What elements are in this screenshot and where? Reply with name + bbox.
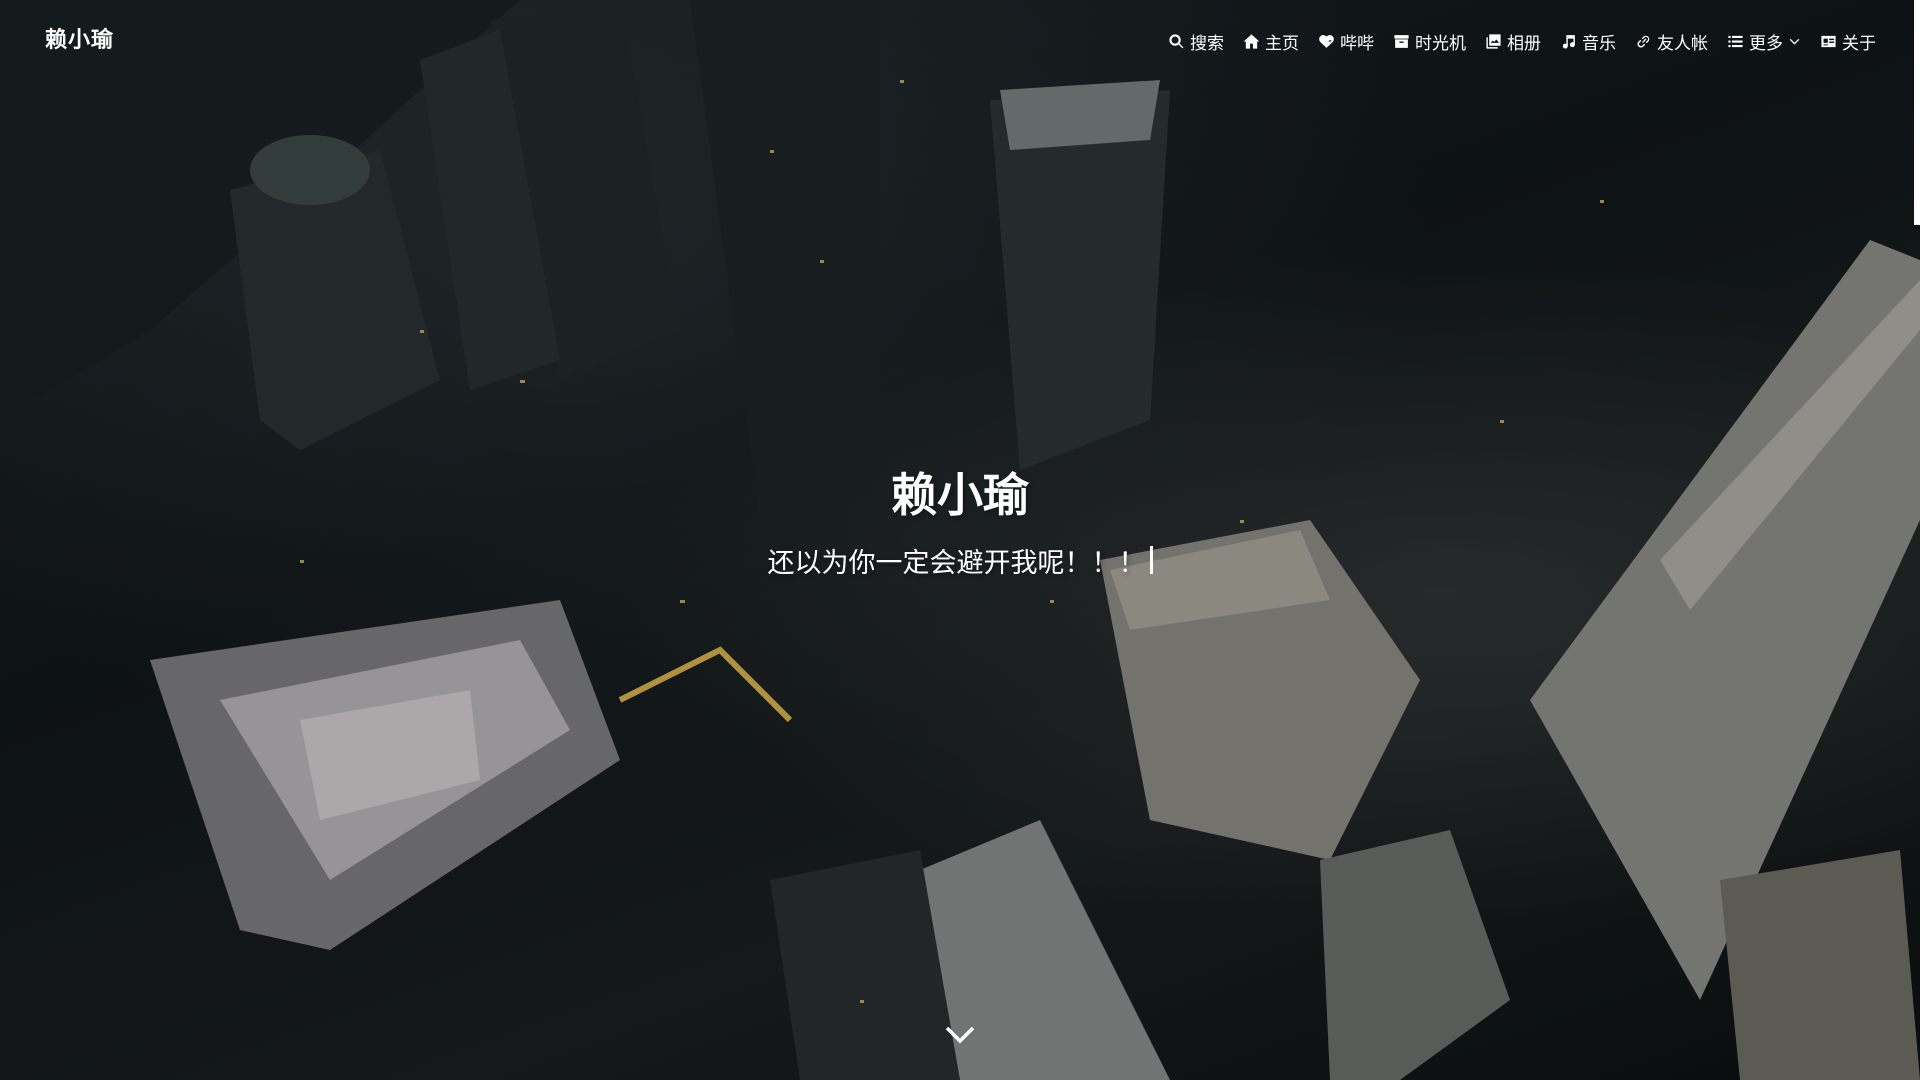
images-icon bbox=[1486, 33, 1501, 49]
home-icon bbox=[1243, 33, 1260, 49]
chevron-down-icon bbox=[1789, 38, 1800, 45]
nav-item-more[interactable]: 更多 bbox=[1727, 29, 1801, 54]
nav-item-album[interactable]: 相册 bbox=[1485, 29, 1541, 54]
nav-item-label: 友人帐 bbox=[1657, 33, 1708, 54]
id-card-icon bbox=[1821, 35, 1836, 47]
nav-item-label: 时光机 bbox=[1415, 33, 1466, 54]
top-navbar: 赖小瑜 搜索 主页 哔哔 时光机 相册 音乐 友人帐 更多 关于 bbox=[0, 0, 1920, 80]
nav-item-about[interactable]: 关于 bbox=[1820, 29, 1876, 54]
nav-item-home[interactable]: 主页 bbox=[1243, 29, 1299, 54]
nav-item-search[interactable]: 搜索 bbox=[1168, 29, 1224, 54]
nav-item-friends[interactable]: 友人帐 bbox=[1635, 29, 1708, 54]
nav-item-bibi[interactable]: 哔哔 bbox=[1318, 29, 1374, 54]
nav-item-archives[interactable]: 时光机 bbox=[1393, 29, 1466, 54]
link-icon bbox=[1637, 35, 1650, 48]
nav-item-label: 哔哔 bbox=[1340, 33, 1374, 54]
nav-item-label: 关于 bbox=[1842, 33, 1876, 54]
scroll-down-button[interactable] bbox=[944, 1023, 976, 1047]
list-icon bbox=[1728, 35, 1743, 47]
site-name-link[interactable]: 赖小瑜 bbox=[45, 22, 114, 54]
nav-menus: 搜索 主页 哔哔 时光机 相册 音乐 友人帐 更多 关于 bbox=[1168, 26, 1876, 56]
chevron-down-icon bbox=[945, 1026, 975, 1044]
site-title: 赖小瑜 bbox=[891, 468, 1029, 522]
search-icon bbox=[1169, 33, 1184, 48]
site-subtitle: 还以为你一定会避开我呢！！！ bbox=[767, 547, 1146, 579]
archive-box-icon bbox=[1394, 34, 1409, 48]
hero-banner: 赖小瑜 搜索 主页 哔哔 时光机 相册 音乐 友人帐 更多 关于 赖小瑜 还以为… bbox=[0, 0, 1920, 1080]
nav-item-label: 相册 bbox=[1507, 33, 1541, 54]
nav-item-label: 音乐 bbox=[1582, 33, 1616, 54]
music-note-icon bbox=[1562, 34, 1575, 49]
nav-item-label: 搜索 bbox=[1190, 33, 1224, 54]
nav-item-label: 更多 bbox=[1749, 33, 1783, 54]
site-info: 赖小瑜 还以为你一定会避开我呢！！！ bbox=[0, 470, 1920, 580]
subtitle-wrap: 还以为你一定会避开我呢！！！ bbox=[768, 541, 1153, 580]
typing-cursor bbox=[1149, 546, 1153, 575]
nav-item-label: 主页 bbox=[1265, 33, 1299, 54]
nav-item-music[interactable]: 音乐 bbox=[1560, 29, 1616, 54]
heartbeat-icon bbox=[1319, 34, 1334, 48]
